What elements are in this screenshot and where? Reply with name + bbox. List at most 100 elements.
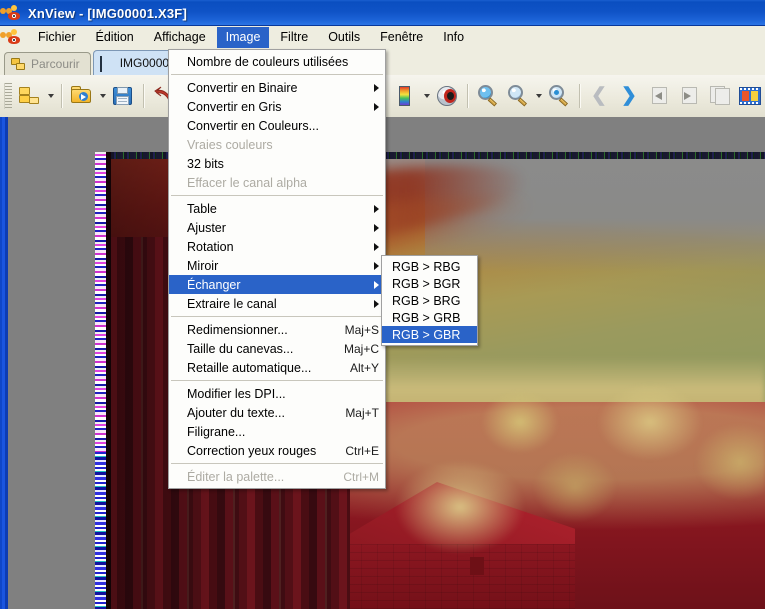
submenu-arrow-icon: [374, 242, 379, 251]
menu-item-convertir-gris[interactable]: Convertir en Gris: [169, 97, 385, 116]
submenu-item-rgb-bgr[interactable]: RGB > BGR: [382, 275, 477, 292]
browse-button[interactable]: [16, 82, 44, 110]
menu-item-correction-yeux-rouges[interactable]: Correction yeux rouges Ctrl+E: [169, 441, 385, 460]
menu-accel: Maj+C: [343, 341, 379, 356]
submenu-arrow-icon: [374, 102, 379, 111]
menu-separator: [171, 195, 383, 196]
magnifier-plus-icon: [476, 84, 500, 108]
menu-item-32-bits[interactable]: 32 bits: [169, 154, 385, 173]
red-eye-button[interactable]: [433, 82, 461, 110]
menu-info[interactable]: Info: [434, 27, 473, 48]
page-forward-icon: [679, 86, 701, 106]
folders-icon: [11, 57, 26, 71]
pages-icon: [709, 86, 731, 106]
toolbar-separator: [579, 84, 580, 108]
zoom-out-button[interactable]: [504, 82, 532, 110]
submenu-arrow-icon: [374, 204, 379, 213]
last-page-button[interactable]: [676, 82, 704, 110]
menu-item-ajuster[interactable]: Ajuster: [169, 218, 385, 237]
save-button[interactable]: [109, 82, 137, 110]
chevron-down-icon: [99, 94, 106, 98]
menu-affichage[interactable]: Affichage: [145, 27, 215, 48]
menu-image[interactable]: Image: [216, 27, 270, 48]
menu-accel: Ctrl+E: [345, 443, 379, 458]
previous-button[interactable]: ❮: [586, 82, 614, 110]
toolbar-grip[interactable]: [4, 83, 12, 109]
browse-dropdown[interactable]: [45, 82, 56, 110]
menu-bar: Fichier Édition Affichage Image Filtre O…: [0, 26, 765, 50]
menu-item-rotation[interactable]: Rotation: [169, 237, 385, 256]
menu-item-nombre-de-couleurs[interactable]: Nombre de couleurs utilisées: [169, 52, 385, 71]
menu-item-convertir-couleurs[interactable]: Convertir en Couleurs...: [169, 116, 385, 135]
tab-parcourir-label: Parcourir: [31, 57, 80, 71]
chevron-down-icon: [423, 94, 430, 98]
echanger-submenu: RGB > RBG RGB > BGR RGB > BRG RGB > GRB …: [381, 255, 478, 346]
menu-fichier[interactable]: Fichier: [29, 27, 85, 48]
chevron-right-icon: ❯: [621, 85, 637, 106]
chevron-left-icon: ❮: [591, 85, 607, 106]
menu-item-echanger[interactable]: Échanger: [169, 275, 385, 294]
menu-separator: [171, 380, 383, 381]
menu-outils[interactable]: Outils: [319, 27, 369, 48]
zoom-in-button[interactable]: [474, 82, 502, 110]
menu-accel: Maj+S: [344, 322, 379, 337]
submenu-arrow-icon: [374, 299, 379, 308]
submenu-item-rgb-rbg[interactable]: RGB > RBG: [382, 258, 477, 275]
submenu-item-rgb-grb[interactable]: RGB > GRB: [382, 309, 477, 326]
menu-accel: Ctrl+M: [343, 469, 379, 484]
submenu-arrow-icon: [374, 261, 379, 270]
menu-filtre[interactable]: Filtre: [271, 27, 317, 48]
window-title: XnView - [IMG00001.X3F]: [28, 5, 187, 21]
menu-accel: Alt+Y: [349, 360, 379, 375]
submenu-arrow-icon: [374, 280, 379, 289]
menu-item-effacer-canal-alpha: Effacer le canal alpha: [187, 175, 307, 190]
menu-item-redimensionner[interactable]: Redimensionner... Maj+S: [169, 320, 385, 339]
image-menu-dropdown: Nombre de couleurs utilisées Convertir e…: [168, 49, 386, 489]
submenu-item-rgb-brg[interactable]: RGB > BRG: [382, 292, 477, 309]
slideshow-button[interactable]: [736, 82, 764, 110]
menu-item-taille-du-canevas[interactable]: Taille du canevas... Maj+C: [169, 339, 385, 358]
chevron-down-icon: [535, 94, 542, 98]
xnview-small-icon: [0, 29, 23, 46]
menu-accel: Maj+T: [345, 405, 379, 420]
page-back-icon: [649, 86, 671, 106]
compare-button[interactable]: [706, 82, 734, 110]
menu-item-extraire-le-canal[interactable]: Extraire le canal: [169, 294, 385, 313]
submenu-arrow-icon: [374, 223, 379, 232]
zoom-fit-button[interactable]: [545, 82, 573, 110]
magnifier-icon: [506, 84, 530, 108]
menu-separator: [171, 74, 383, 75]
open-button[interactable]: [68, 82, 96, 110]
menu-item-modifier-les-dpi[interactable]: Modifier les DPI...: [169, 384, 385, 403]
thumbnail-icon: [99, 55, 115, 72]
toolbar-separator: [61, 84, 62, 108]
palette-dropdown[interactable]: [421, 82, 432, 110]
menu-separator: [171, 463, 383, 464]
vertical-scrollbar[interactable]: [0, 117, 8, 609]
menu-item-table[interactable]: Table: [169, 199, 385, 218]
title-bar: XnView - [IMG00001.X3F]: [0, 0, 765, 26]
next-button[interactable]: ❯: [616, 82, 644, 110]
menu-fenetre[interactable]: Fenêtre: [371, 27, 432, 48]
tab-parcourir[interactable]: Parcourir: [4, 52, 91, 75]
magnifier-dot-icon: [547, 84, 571, 108]
palette-button[interactable]: [392, 82, 420, 110]
menu-separator: [171, 316, 383, 317]
menu-item-retaille-automatique[interactable]: Retaille automatique... Alt+Y: [169, 358, 385, 377]
menu-item-ajouter-du-texte[interactable]: Ajouter du texte... Maj+T: [169, 403, 385, 422]
toolbar-separator: [467, 84, 468, 108]
menu-item-editer-la-palette: Éditer la palette... Ctrl+M: [187, 469, 379, 484]
menu-item-filigrane[interactable]: Filigrane...: [169, 422, 385, 441]
menu-edition[interactable]: Édition: [87, 27, 143, 48]
zoom-dropdown[interactable]: [533, 82, 544, 110]
filmstrip-icon: [739, 87, 761, 105]
first-page-button[interactable]: [646, 82, 674, 110]
submenu-arrow-icon: [374, 83, 379, 92]
menu-item-miroir[interactable]: Miroir: [169, 256, 385, 275]
xnview-window: XnView - [IMG00001.X3F] Fichier Édition …: [0, 0, 765, 609]
menu-item-vraies-couleurs: Vraies couleurs: [187, 137, 273, 152]
chevron-down-icon: [47, 94, 54, 98]
menu-item-convertir-binaire[interactable]: Convertir en Binaire: [169, 78, 385, 97]
open-dropdown[interactable]: [97, 82, 108, 110]
submenu-item-rgb-gbr[interactable]: RGB > GBR: [382, 326, 477, 343]
